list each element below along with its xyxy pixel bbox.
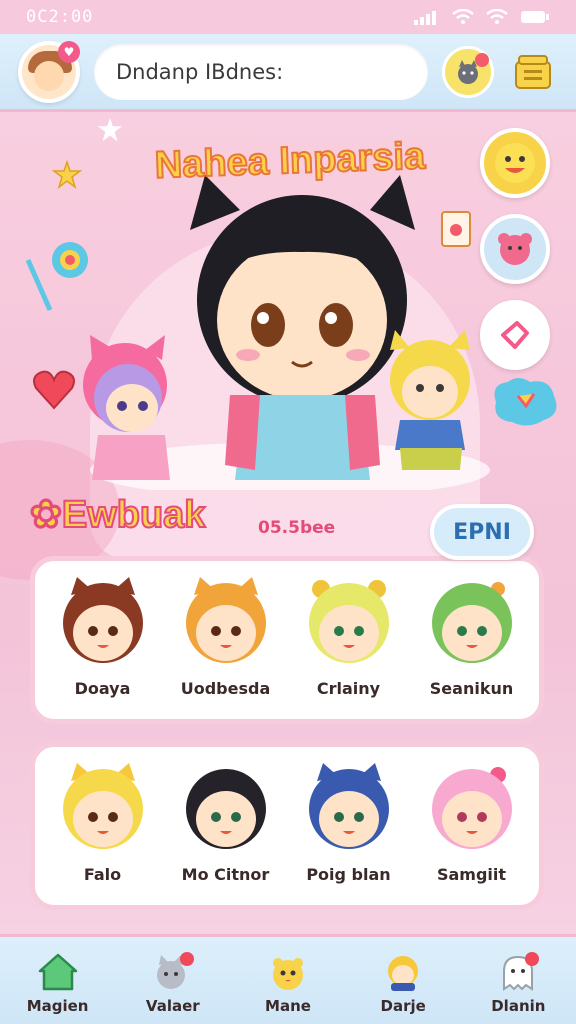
character-avatar — [431, 582, 512, 663]
chick-icon — [272, 957, 303, 990]
nav-label: Dlanin — [491, 996, 546, 1015]
heart-icon: ♥ — [58, 40, 80, 63]
nav-item-valaer[interactable]: Valaer — [123, 951, 223, 1015]
inbox-icon — [515, 54, 551, 89]
wifi-icon — [452, 9, 474, 24]
character-avatar — [62, 763, 143, 849]
cat-icon — [156, 951, 194, 989]
notification-button[interactable] — [442, 45, 494, 98]
character-avatar — [62, 577, 143, 663]
character-card-row-1: Doaya Uodbesda Crlainy Seanikun — [30, 556, 544, 724]
user-avatar[interactable]: ♥ — [18, 40, 80, 103]
nav-label: Mane — [265, 996, 311, 1015]
character-name: Seanikun — [429, 679, 514, 698]
share-shortcut[interactable] — [480, 300, 550, 370]
section-subtitle: 05.5bee — [258, 518, 336, 538]
heart-icon — [33, 370, 75, 410]
wifi-icon-2 — [486, 9, 508, 24]
paint-splash-icon — [494, 378, 557, 426]
bottom-nav: Magien Valaer Mane Darje Dlanin — [0, 934, 576, 1024]
search-field[interactable]: Dndanp IBdnes: — [94, 43, 428, 100]
bear-icon — [498, 233, 532, 265]
character-name: Samgiit — [436, 865, 507, 884]
character-name: Doaya — [74, 679, 131, 698]
character-name: Poig blan — [306, 865, 391, 884]
status-icons — [414, 9, 550, 25]
character-name: Mo Citnor — [181, 865, 270, 884]
signal-icon — [414, 11, 436, 25]
smiley-icon — [495, 143, 535, 183]
smiley-shortcut[interactable] — [480, 128, 550, 198]
bear-shortcut[interactable] — [480, 214, 550, 284]
top-bar: ♥ Dndanp IBdnes: — [0, 34, 576, 112]
pink-hood-character — [83, 335, 170, 480]
character-icon — [388, 955, 419, 991]
character-card-row-2: Falo Mo Citnor Poig blan Samgiit — [30, 742, 544, 910]
character-avatar — [185, 769, 266, 849]
character-name: Uodbesda — [180, 679, 271, 698]
character-uodbesda[interactable]: Uodbesda — [170, 575, 282, 698]
character-avatar — [185, 577, 266, 663]
status-time: 0C2:00 — [26, 7, 94, 27]
character-poig-blan[interactable]: Poig blan — [293, 761, 405, 884]
ghost-icon — [503, 951, 540, 991]
character-name: Falo — [83, 865, 122, 884]
key-icon — [25, 242, 88, 312]
battery-icon — [521, 11, 549, 23]
status-bar: 0C2:00 — [0, 0, 576, 34]
nav-item-darje[interactable]: Darje — [353, 951, 453, 1015]
character-seanikun[interactable]: Seanikun — [416, 575, 528, 698]
avatar-face — [34, 60, 64, 91]
share-icon — [501, 321, 529, 349]
yellow-cat-character — [390, 330, 470, 470]
character-avatar — [431, 767, 512, 849]
home-icon — [38, 953, 77, 990]
nav-label: Valaer — [145, 996, 200, 1015]
section-title: ✿Ewbuak — [29, 493, 206, 537]
character-name: Crlainy — [316, 679, 381, 698]
character-falo[interactable]: Falo — [47, 761, 159, 884]
nav-item-dlanin[interactable]: Dlanin — [468, 951, 568, 1015]
inbox-button[interactable] — [508, 47, 558, 97]
character-avatar — [308, 763, 389, 849]
sparkle-icon — [97, 117, 123, 142]
epni-button[interactable]: EPNI — [430, 504, 534, 560]
character-mo-citnor[interactable]: Mo Citnor — [170, 761, 282, 884]
side-shortcuts — [480, 128, 550, 370]
nav-item-mane[interactable]: Mane — [238, 951, 338, 1015]
character-samgiit[interactable]: Samgiit — [416, 761, 528, 884]
nav-label: Magien — [26, 996, 89, 1015]
flower-icon: ✿ — [29, 493, 63, 537]
notification-dot — [475, 52, 489, 67]
card-icon — [441, 211, 471, 247]
character-doaya[interactable]: Doaya — [47, 575, 159, 698]
main-character — [190, 175, 415, 480]
nav-item-magien[interactable]: Magien — [8, 951, 108, 1015]
nav-label: Darje — [380, 996, 426, 1015]
character-avatar — [308, 580, 389, 663]
character-crlainy[interactable]: Crlainy — [293, 575, 405, 698]
star-icon — [52, 160, 82, 189]
search-placeholder: Dndanp IBdnes: — [116, 59, 284, 84]
